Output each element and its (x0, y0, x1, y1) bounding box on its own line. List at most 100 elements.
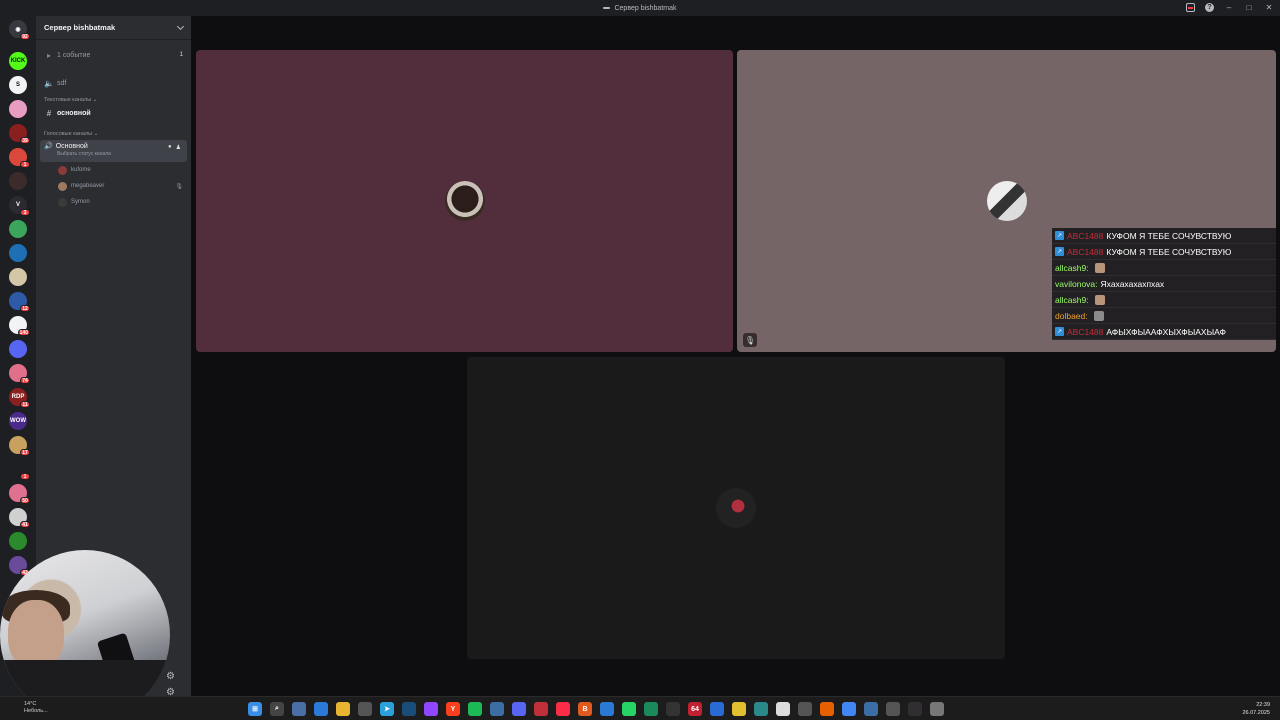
help-icon[interactable]: ? (1205, 2, 1214, 12)
app-grid-icon[interactable] (798, 702, 812, 716)
widgets-icon[interactable] (314, 702, 328, 716)
server-rdp-icon[interactable]: RDP 11 (9, 388, 30, 408)
whatsapp-icon[interactable] (622, 702, 636, 716)
server-girl-icon[interactable]: 50 (9, 484, 30, 504)
emote-icon (1094, 294, 1105, 305)
text-category[interactable]: Текстовые каналы ⌄ (36, 94, 191, 106)
start-icon[interactable]: ⊞ (248, 702, 262, 716)
server-wow-icon[interactable]: WOW (9, 412, 27, 430)
browser-icon[interactable] (490, 702, 504, 716)
inbox-icon[interactable] (1186, 2, 1195, 12)
voice-user[interactable]: kufome (36, 162, 191, 178)
window-title-text: Сервер bishbatmak (614, 4, 677, 12)
server-ring-icon[interactable]: 1 (9, 460, 30, 480)
app-green-icon[interactable] (644, 702, 658, 716)
text-channel-main[interactable]: # основной (36, 106, 191, 120)
kick-icon[interactable]: KICK (9, 52, 27, 70)
server-logo-icon[interactable]: 41 (9, 508, 30, 528)
server-pink-icon[interactable] (9, 100, 27, 118)
minimize-icon[interactable]: – (1224, 2, 1234, 12)
server-x-icon[interactable] (9, 172, 27, 190)
chat-nick: allcash9: (1055, 262, 1089, 273)
discord-taskbar-icon[interactable] (512, 702, 526, 716)
avatar (58, 197, 67, 207)
voice-category[interactable]: Голосовые каналы ⌄ (36, 128, 191, 140)
participant-tile-kufome[interactable] (196, 50, 733, 352)
server-discord-icon[interactable] (9, 340, 27, 358)
text-channel-main-label: основной (57, 109, 91, 117)
spotify-icon[interactable] (468, 702, 482, 716)
server-stream-icon[interactable]: 140 (9, 316, 30, 336)
app-teal-icon[interactable] (754, 702, 768, 716)
text-category-label: Текстовые каналы (44, 97, 92, 103)
voice-channel-main[interactable]: 🔊 Основной Выбрать статус канала ● ♟ (40, 140, 187, 162)
maximize-icon[interactable]: □ (1244, 2, 1254, 12)
chat-message: ↗ ABC1488 КУФОМ Я ТЕБЕ СОЧУВСТВУЮ (1052, 228, 1276, 244)
server-face-icon[interactable]: 17 (9, 436, 30, 456)
close-icon[interactable]: ✕ (1264, 2, 1274, 12)
server-v-icon[interactable]: V3 (9, 196, 30, 216)
chat-bubble-icon[interactable]: ● (168, 144, 172, 151)
events-row[interactable]: ▸ 1 событие 1 (36, 48, 191, 62)
server-anime-icon[interactable]: 74 (9, 364, 30, 384)
app-dark-icon[interactable] (886, 702, 900, 716)
chat-message: vavilonova: Яхахахахахпхах (1052, 276, 1276, 292)
chrome-icon[interactable] (842, 702, 856, 716)
title-bar-controls: ? – □ ✕ (1186, 2, 1274, 12)
avatar (444, 181, 485, 221)
chat-message: ↗ ABC1488 КУФОМ Я ТЕБЕ СОЧУВСТВУЮ (1052, 244, 1276, 260)
app-yellow-icon[interactable] (732, 702, 746, 716)
system-clock[interactable]: 22:39 26.07.2025 (1242, 701, 1270, 717)
search-icon[interactable]: ⌕ (270, 702, 284, 716)
add-user-icon[interactable]: ♟ (176, 144, 181, 151)
avatar (716, 488, 756, 528)
app-blue-icon[interactable] (600, 702, 614, 716)
server-s-icon[interactable]: S (9, 76, 27, 94)
explorer-icon[interactable] (336, 702, 350, 716)
home-discord-icon[interactable]: ◉ 92 (9, 20, 30, 40)
subscriber-badge-icon: ↗ (1055, 247, 1064, 256)
avatar (58, 165, 67, 175)
server-purple-icon[interactable]: 42 (9, 556, 30, 576)
voice-user[interactable]: megabeaver 🎙 (36, 178, 191, 194)
weather-widget[interactable]: 14°C Неболь... (24, 701, 48, 715)
server-globe-icon[interactable]: 12 (9, 292, 30, 312)
obs-icon[interactable] (908, 702, 922, 716)
firefox-icon[interactable] (820, 702, 834, 716)
yandex-icon[interactable]: Y (446, 702, 460, 716)
server-lime-icon[interactable] (9, 532, 27, 550)
vscode-icon[interactable] (710, 702, 724, 716)
server-red-icon[interactable]: 39 (9, 124, 30, 144)
events-label: 1 событие (57, 51, 91, 59)
terminal-icon[interactable] (666, 702, 680, 716)
voice-user-list: kufome megabeaver 🎙 Symon (36, 162, 191, 210)
app-icon[interactable] (358, 702, 372, 716)
app-box-icon[interactable] (864, 702, 878, 716)
music-icon[interactable] (556, 702, 570, 716)
app-white-icon[interactable] (776, 702, 790, 716)
channel-status-prompt[interactable]: Выбрать статус канала (44, 151, 183, 157)
app-last-icon[interactable] (930, 702, 944, 716)
server-green-icon[interactable] (9, 220, 27, 238)
server-gear-icon[interactable] (9, 268, 27, 286)
chat-nick: ABC1488 (1067, 230, 1104, 241)
aida-icon[interactable]: 64 (688, 702, 702, 716)
window-title: Сервер bishbatmak (603, 4, 677, 12)
server-blue-icon[interactable] (9, 244, 27, 262)
clock-time: 22:39 (1256, 702, 1270, 708)
telegram-icon[interactable]: ➤ (380, 702, 394, 716)
user-settings-gear-icon[interactable]: ⚙ (166, 671, 175, 682)
participant-tile-symon[interactable] (467, 357, 1005, 659)
app-red-icon[interactable] (534, 702, 548, 716)
server-tools-icon[interactable]: 1 (9, 148, 30, 168)
server-header[interactable]: Сервер bishbatmak (36, 16, 191, 40)
voice-user[interactable]: Symon (36, 194, 191, 210)
voice-channel-sdf[interactable]: 🔈 sdf (36, 76, 191, 90)
twitch-icon[interactable] (424, 702, 438, 716)
chat-text: КУФОМ Я ТЕБЕ СОЧУВСТВУЮ (1106, 246, 1232, 257)
mention-badge: 3 (20, 209, 30, 216)
steam-icon[interactable] (402, 702, 416, 716)
chat-nick: ABC1488 (1067, 326, 1104, 337)
app-orange-icon[interactable]: B (578, 702, 592, 716)
task-view-icon[interactable] (292, 702, 306, 716)
